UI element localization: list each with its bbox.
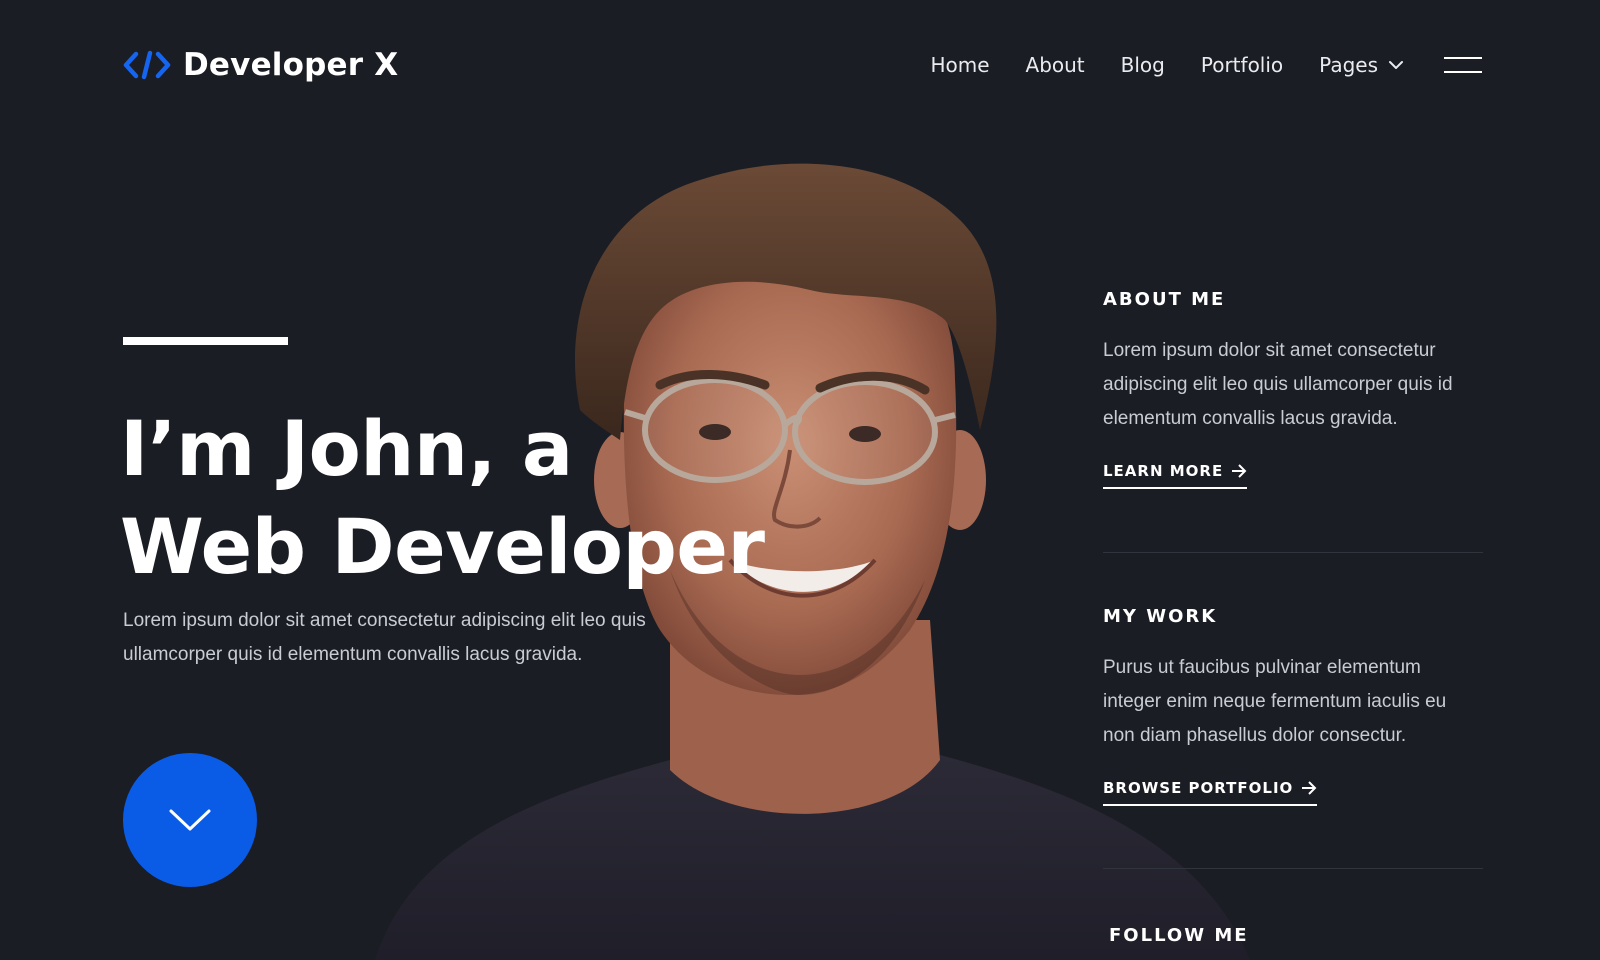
hamburger-line-top: [1444, 57, 1482, 59]
arrow-right-icon: [1302, 781, 1317, 795]
brand-logo[interactable]: Developer X: [123, 47, 398, 83]
site-header: Developer X Home About Blog Portfolio Pa…: [123, 38, 1482, 92]
hamburger-menu-icon[interactable]: [1444, 53, 1482, 77]
nav-home-label: Home: [930, 53, 990, 77]
about-section: ABOUT ME Lorem ipsum dolor sit amet cons…: [1103, 289, 1483, 489]
chevron-down-icon: [1389, 61, 1403, 69]
section-divider: [1103, 552, 1483, 553]
work-section: MY WORK Purus ut faucibus pulvinar eleme…: [1103, 606, 1483, 806]
browse-portfolio-link[interactable]: BROWSE PORTFOLIO: [1103, 779, 1318, 806]
nav-blog-link[interactable]: Blog: [1121, 53, 1165, 77]
hero-title: I’m John, a Web Developer: [120, 400, 880, 596]
chevron-down-icon: [169, 809, 211, 831]
nav-about-label: About: [1025, 53, 1085, 77]
main-nav: Home About Blog Portfolio Pages: [930, 53, 1482, 77]
follow-heading: FOLLOW ME: [1109, 925, 1249, 946]
nav-portfolio-link[interactable]: Portfolio: [1201, 53, 1283, 77]
work-text: Purus ut faucibus pulvinar elementum int…: [1103, 657, 1447, 746]
learn-more-label: LEARN MORE: [1103, 462, 1224, 480]
scroll-down-button[interactable]: [123, 753, 257, 887]
nav-blog-label: Blog: [1120, 53, 1165, 77]
section-divider: [1103, 868, 1483, 869]
follow-section: FOLLOW ME: [1109, 925, 1489, 946]
nav-portfolio-label: Portfolio: [1200, 53, 1284, 77]
learn-more-link[interactable]: LEARN MORE: [1103, 462, 1248, 489]
brand-name: Developer X: [183, 47, 399, 83]
work-heading: MY WORK: [1103, 606, 1218, 627]
hamburger-line-bottom: [1444, 71, 1482, 73]
hero-accent-rule: [123, 337, 288, 345]
nav-pages-label: Pages: [1319, 53, 1378, 77]
about-heading: ABOUT ME: [1103, 289, 1226, 310]
code-brackets-icon: [123, 50, 171, 80]
arrow-right-icon: [1232, 464, 1247, 478]
nav-home-link[interactable]: Home: [930, 53, 989, 77]
hero-title-line-2: Web Developer: [120, 502, 765, 591]
nav-pages-dropdown[interactable]: Pages: [1319, 53, 1404, 77]
hero-title-line-1: I’m John, a: [120, 404, 573, 493]
nav-about-link[interactable]: About: [1026, 53, 1085, 77]
browse-portfolio-label: BROWSE PORTFOLIO: [1103, 779, 1294, 797]
hero-description: Lorem ipsum dolor sit amet consectetur a…: [123, 610, 646, 665]
about-text: Lorem ipsum dolor sit amet consectetur a…: [1103, 340, 1453, 429]
